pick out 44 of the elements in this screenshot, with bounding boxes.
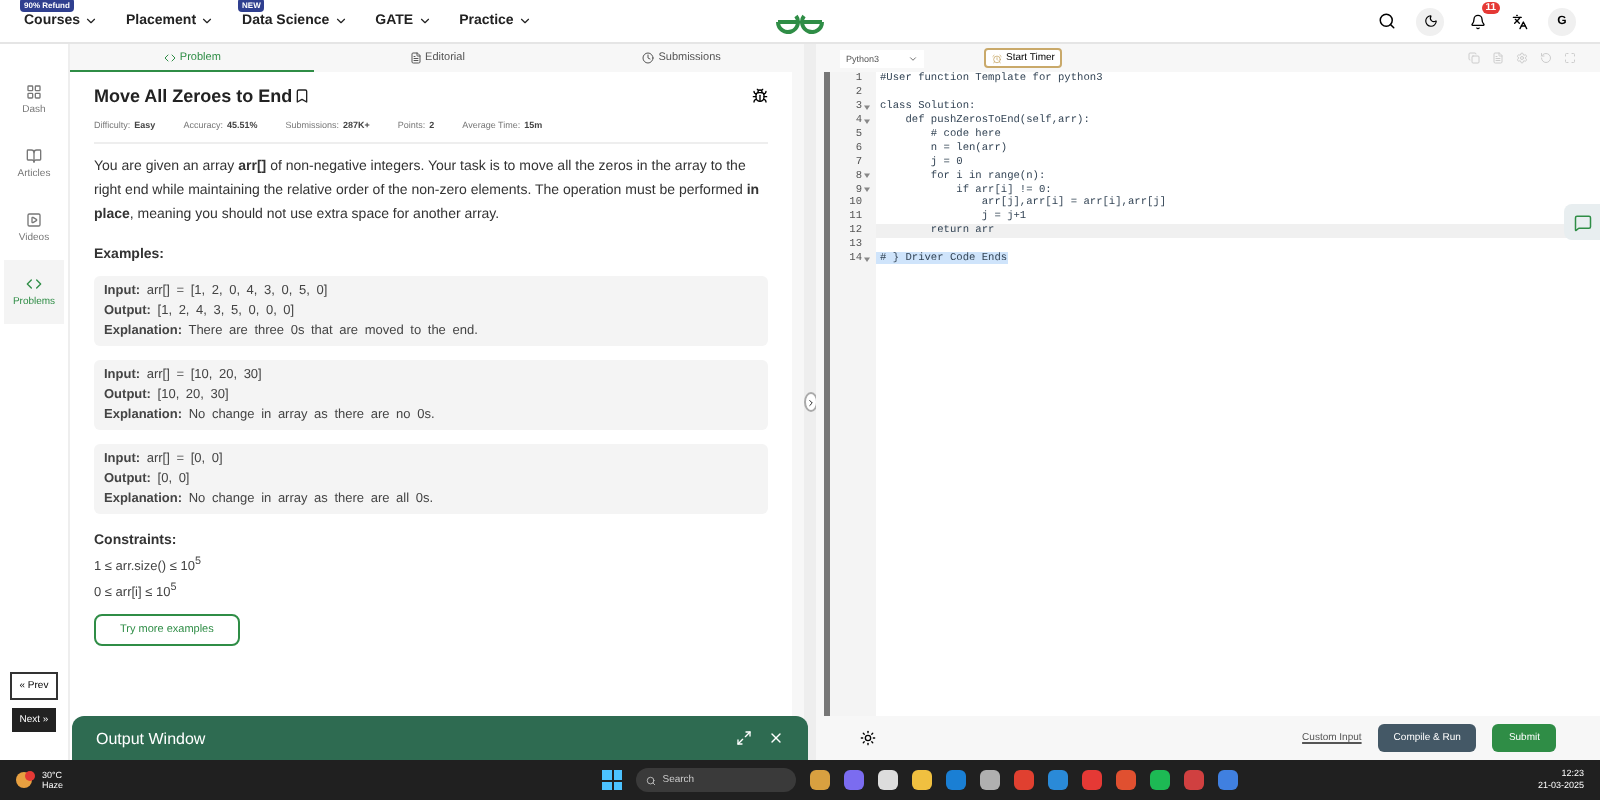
dark-mode-button[interactable] bbox=[1416, 7, 1444, 35]
grid-icon bbox=[26, 84, 42, 100]
chevron-down-icon bbox=[908, 53, 918, 63]
bookmark-icon[interactable] bbox=[294, 88, 311, 104]
taskbar-app-icon[interactable] bbox=[878, 770, 899, 790]
chevron-down-icon[interactable] bbox=[417, 14, 432, 28]
bug-icon[interactable] bbox=[752, 88, 768, 104]
document-icon bbox=[409, 51, 422, 63]
theme-toggle-icon[interactable] bbox=[860, 730, 876, 746]
chevron-down-icon[interactable] bbox=[333, 14, 348, 28]
chevron-down-icon[interactable] bbox=[517, 14, 532, 28]
moon-icon bbox=[1423, 14, 1437, 28]
logo-icon bbox=[776, 9, 824, 33]
bell-icon bbox=[1470, 13, 1486, 29]
search-icon[interactable] bbox=[1378, 12, 1396, 30]
start-icon[interactable] bbox=[602, 770, 623, 790]
fold-arrow-icon[interactable] bbox=[864, 103, 870, 110]
output-window-bar[interactable]: Output Window bbox=[72, 716, 808, 760]
video-icon bbox=[26, 212, 42, 228]
alarm-clock-icon bbox=[992, 53, 1002, 63]
fold-arrow-icon[interactable] bbox=[864, 186, 870, 193]
taskbar-app-icon[interactable] bbox=[980, 770, 1001, 790]
fold-arrow-icon[interactable] bbox=[864, 117, 870, 124]
chevron-right-icon bbox=[805, 397, 815, 407]
code-icon bbox=[163, 51, 176, 63]
chat-button[interactable] bbox=[1564, 204, 1600, 240]
clock-icon bbox=[642, 51, 655, 63]
chat-icon bbox=[1573, 213, 1591, 231]
translate-icon[interactable] bbox=[1512, 13, 1528, 29]
fold-arrow-icon[interactable] bbox=[864, 255, 870, 262]
search-icon bbox=[646, 775, 657, 785]
expand-icon[interactable] bbox=[736, 730, 752, 746]
output-window-title: Output Window bbox=[96, 729, 208, 747]
fold-arrow-icon[interactable] bbox=[864, 172, 870, 179]
taskbar-app-icon[interactable] bbox=[1150, 770, 1171, 790]
taskbar-app-icon[interactable] bbox=[912, 770, 933, 790]
chevron-down-icon[interactable] bbox=[200, 14, 215, 28]
code-icon bbox=[26, 276, 42, 292]
chevron-down-icon[interactable] bbox=[84, 14, 99, 28]
book-icon bbox=[26, 148, 42, 164]
problem-title: Move All Zeroes to End bbox=[94, 86, 311, 106]
weather-icon[interactable] bbox=[16, 770, 36, 790]
close-icon[interactable] bbox=[768, 730, 784, 746]
taskbar-app-icon[interactable] bbox=[810, 770, 831, 790]
